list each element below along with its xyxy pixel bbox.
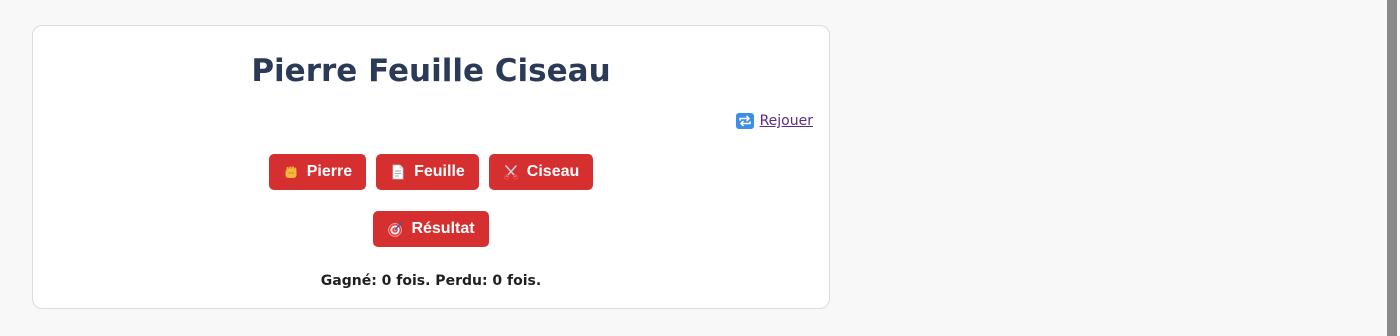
game-card: Pierre Feuille Ciseau Rejouer Pierre Feu… bbox=[32, 25, 830, 309]
feuille-label: Feuille bbox=[414, 163, 465, 180]
score-text: Gagné: 0 fois. Perdu: 0 fois. bbox=[320, 273, 542, 289]
feuille-button[interactable]: Feuille bbox=[376, 154, 479, 190]
replay-link[interactable]: Rejouer bbox=[735, 111, 813, 131]
page-title: Pierre Feuille Ciseau bbox=[251, 53, 611, 89]
ciseau-label: Ciseau bbox=[526, 163, 580, 180]
scrollbar[interactable] bbox=[1387, 0, 1397, 336]
choice-buttons: Pierre Feuille Ciseau bbox=[33, 154, 829, 190]
result-button[interactable]: Résultat bbox=[373, 211, 489, 247]
pierre-button[interactable]: Pierre bbox=[268, 154, 367, 190]
replay-label: Rejouer bbox=[759, 113, 813, 129]
target-icon bbox=[387, 221, 403, 237]
result-label: Résultat bbox=[411, 220, 475, 237]
ciseau-button[interactable]: Ciseau bbox=[488, 154, 594, 190]
repeat-icon bbox=[735, 113, 754, 129]
scissors-icon bbox=[503, 164, 519, 180]
pierre-label: Pierre bbox=[306, 163, 353, 180]
page-icon bbox=[390, 164, 406, 180]
fist-icon bbox=[283, 164, 299, 180]
result-row: Résultat bbox=[33, 211, 829, 247]
